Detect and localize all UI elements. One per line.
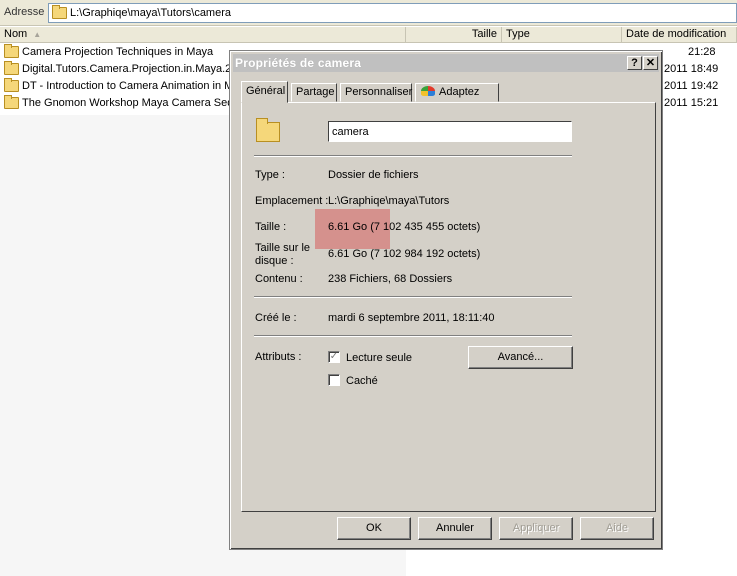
column-type[interactable]: Type (502, 27, 622, 43)
folder-icon (4, 61, 19, 75)
file-date: 21:28 (688, 46, 716, 58)
address-label: Adresse (4, 6, 45, 18)
disk-size-label: Taille sur le (255, 242, 311, 254)
attributes-label: Attributs : (255, 351, 302, 363)
column-size[interactable]: Taille (406, 27, 502, 43)
folder-icon (4, 78, 19, 92)
folder-icon (4, 44, 19, 58)
address-path: L:\Graphiqe\maya\Tutors\camera (70, 7, 231, 19)
tab-partage[interactable]: Partage (291, 83, 337, 102)
tab-general[interactable]: Général (241, 81, 288, 103)
file-date: 2011 19:42 (664, 80, 719, 92)
dialog-title-bar[interactable]: Propriétés de camera ? ✕ (233, 54, 659, 72)
address-input[interactable]: L:\Graphiqe\maya\Tutors\camera (48, 3, 737, 23)
type-label: Type : (255, 169, 285, 181)
help-icon[interactable]: ? (627, 56, 642, 70)
location-value: L:\Graphiqe\maya\Tutors (328, 195, 450, 207)
folder-icon (52, 5, 67, 19)
general-panel: Type : Dossier de fichiers Emplacement :… (241, 102, 656, 512)
tab-adaptez[interactable]: Adaptez (415, 83, 499, 102)
column-date[interactable]: Date de modification (622, 27, 737, 43)
location-label: Emplacement : (255, 195, 329, 207)
size-label: Taille : (255, 221, 287, 233)
type-value: Dossier de fichiers (328, 169, 419, 181)
readonly-checkbox[interactable]: ✓ (328, 351, 340, 363)
column-header: Nom ▲ Taille Type Date de modification (0, 27, 737, 43)
address-bar: Adresse L:\Graphiqe\maya\Tutors\camera (0, 0, 737, 26)
folder-name-input[interactable] (328, 121, 572, 142)
size-value: 6.61 Go (7 102 435 455 octets) (328, 221, 481, 233)
divider (254, 155, 572, 157)
tab-personnaliser[interactable]: Personnaliser (340, 83, 412, 102)
created-label: Créé le : (255, 312, 297, 324)
close-icon[interactable]: ✕ (643, 56, 658, 70)
hidden-label[interactable]: Caché (346, 375, 378, 387)
contents-label: Contenu : (255, 273, 303, 285)
advanced-button[interactable]: Avancé... (468, 346, 573, 369)
column-name-label: Nom (4, 28, 28, 40)
disk-size-label-2: disque : (255, 255, 294, 267)
file-name: The Gnomon Workshop Maya Camera Seque (22, 97, 246, 109)
divider (254, 335, 572, 337)
file-date: 2011 15:21 (664, 97, 719, 109)
disk-size-value: 6.61 Go (7 102 984 192 octets) (328, 248, 481, 260)
tab-adaptez-label: Adaptez (439, 86, 480, 98)
created-value: mardi 6 septembre 2011, 18:11:40 (328, 312, 495, 324)
file-name: Digital.Tutors.Camera.Projection.in.Maya… (22, 63, 232, 75)
adaptez-icon (421, 86, 435, 96)
help-button[interactable]: Aide (580, 517, 654, 540)
contents-value: 238 Fichiers, 68 Dossiers (328, 273, 453, 285)
readonly-label[interactable]: Lecture seule (346, 352, 412, 364)
ok-button[interactable]: OK (337, 517, 411, 540)
apply-button[interactable]: Appliquer (499, 517, 573, 540)
file-name: Camera Projection Techniques in Maya (22, 46, 214, 58)
folder-icon (4, 95, 19, 109)
divider (254, 296, 572, 298)
properties-dialog: Propriétés de camera ? ✕ Général Partage… (229, 50, 663, 550)
file-date: 2011 18:49 (664, 63, 719, 75)
cancel-button[interactable]: Annuler (418, 517, 492, 540)
sort-ascending-icon: ▲ (33, 30, 42, 39)
folder-icon (256, 118, 280, 142)
hidden-checkbox[interactable] (328, 374, 340, 386)
dialog-title: Propriétés de camera (235, 56, 362, 70)
file-name: DT - Introduction to Camera Animation in… (22, 80, 240, 92)
column-name[interactable]: Nom ▲ (0, 27, 406, 43)
